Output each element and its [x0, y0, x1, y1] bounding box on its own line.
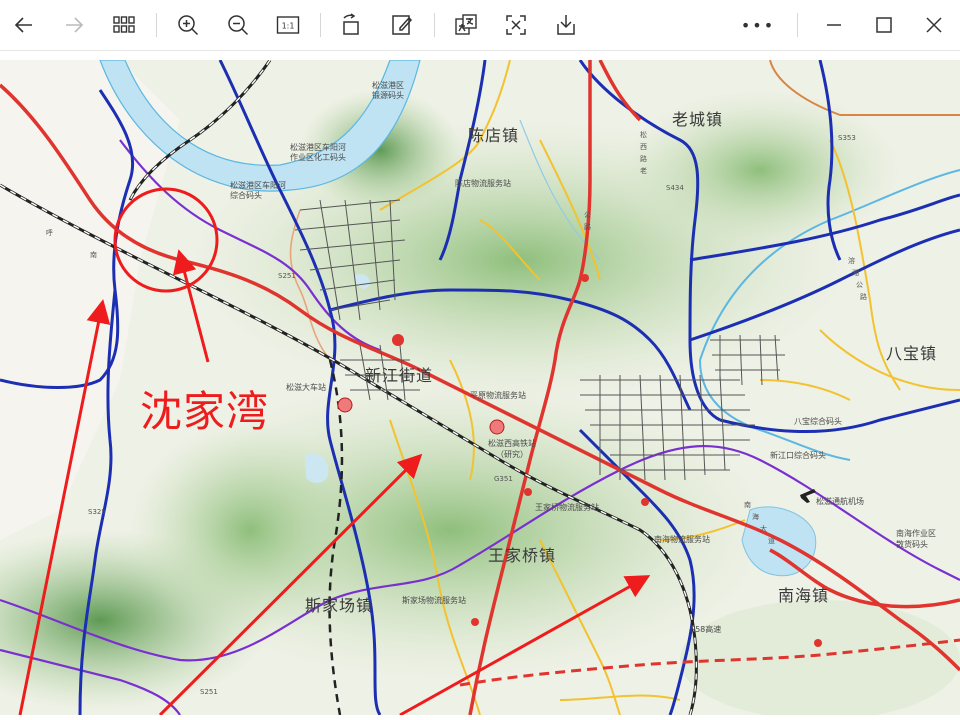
town-label: 八宝镇	[886, 344, 938, 363]
more-icon[interactable]: •••	[741, 9, 774, 41]
map-image-view[interactable]: 陈店镇 老城镇 八宝镇 南海镇 王家桥镇 斯家场镇 新江街道 松滋港区 锻源码头…	[0, 60, 960, 715]
town-label: 老城镇	[672, 110, 724, 129]
toolbar-divider	[797, 13, 798, 37]
actual-size-label: 1:1	[282, 22, 295, 31]
town-label: 斯家场镇	[305, 596, 374, 615]
map-label: 松滋西高铁站	[488, 439, 536, 448]
road-name-char: 道	[768, 537, 775, 545]
town-label: 王家桥镇	[488, 546, 557, 565]
road-name-char: 公	[584, 211, 591, 219]
road-code: S251	[278, 272, 296, 280]
edit-icon[interactable]	[386, 9, 418, 41]
road-name-char: 湘	[852, 269, 859, 277]
zoom-out-icon[interactable]	[222, 9, 254, 41]
actual-size-button[interactable]: 1:1	[272, 9, 304, 41]
map-label: （研究）	[496, 450, 528, 459]
interchange-marker	[392, 334, 404, 346]
road-name-char: 路	[640, 155, 647, 163]
road-name-char: 大	[760, 525, 767, 533]
road-name-char: 路	[860, 293, 867, 301]
grid-view-icon[interactable]	[108, 9, 140, 41]
crop-icon[interactable]	[500, 9, 532, 41]
map-label: 斯家场物流服务站	[402, 596, 466, 605]
road-name-char: 南	[744, 501, 751, 509]
town-label: 陈店镇	[468, 126, 520, 145]
map-label: S58高速	[690, 625, 722, 634]
interchange-marker	[471, 618, 479, 626]
toolbar-divider	[156, 13, 157, 37]
road-code: G351	[494, 475, 513, 483]
road-name-char: 松	[640, 131, 647, 139]
translate-icon[interactable]	[450, 9, 482, 41]
road-code: S353	[838, 134, 856, 142]
town-label: 南海镇	[778, 586, 830, 605]
street-label: 新江街道	[365, 366, 434, 385]
back-arrow-icon[interactable]	[8, 9, 40, 41]
interchange-marker	[524, 488, 532, 496]
road-name-char: 公	[856, 281, 863, 289]
map-label: 陈店物流服务站	[455, 179, 511, 188]
map-label: 南海作业区	[896, 529, 936, 538]
map-label: 散货码头	[896, 540, 928, 549]
forward-arrow-icon[interactable]	[58, 9, 90, 41]
toolbar-divider	[434, 13, 435, 37]
download-icon[interactable]	[550, 9, 582, 41]
rotate-icon[interactable]	[336, 9, 368, 41]
map-label: 南海物流服务站	[654, 535, 710, 544]
map-label: 平原物流服务站	[470, 391, 526, 400]
map-label: 松滋通航机场	[816, 497, 864, 506]
zoom-in-icon[interactable]	[172, 9, 204, 41]
map-label: 王家桥物流服务站	[535, 503, 599, 512]
road-name-char: 西	[640, 143, 647, 151]
toolbar-divider	[320, 13, 321, 37]
interchange-marker	[814, 639, 822, 647]
map-label: 新江口综合码头	[770, 451, 826, 460]
minimize-icon[interactable]	[818, 9, 850, 41]
road-name-char: 呼	[46, 229, 53, 237]
road-code: S325	[88, 508, 106, 516]
road-code: S434	[666, 184, 684, 192]
terrain-plain	[680, 600, 960, 715]
maximize-icon[interactable]	[868, 9, 900, 41]
close-icon[interactable]	[918, 9, 950, 41]
map-label: 综合码头	[230, 191, 262, 200]
hsr-station-marker	[489, 419, 505, 435]
interchange-marker	[641, 498, 649, 506]
viewer-bottom-edge	[0, 715, 960, 720]
map-label: 松滋大车站	[286, 383, 326, 392]
map-label: 锻源码头	[372, 91, 404, 100]
road-name-char: 老	[640, 167, 647, 175]
road-code: S251	[200, 688, 218, 696]
map-label: 八宝综合码头	[794, 417, 842, 426]
railway-station-marker	[337, 397, 353, 413]
viewer-toolbar: 1:1 •••	[0, 0, 960, 51]
interchange-marker	[581, 274, 589, 282]
map-label: 作业区化工码头	[290, 153, 346, 162]
road-name-char: 溶	[848, 257, 855, 265]
road-name-char: 路	[584, 223, 591, 231]
annotation-label: 沈家湾	[140, 387, 270, 436]
road-name-char: 海	[752, 513, 759, 521]
road-name-char: 南	[90, 251, 97, 259]
